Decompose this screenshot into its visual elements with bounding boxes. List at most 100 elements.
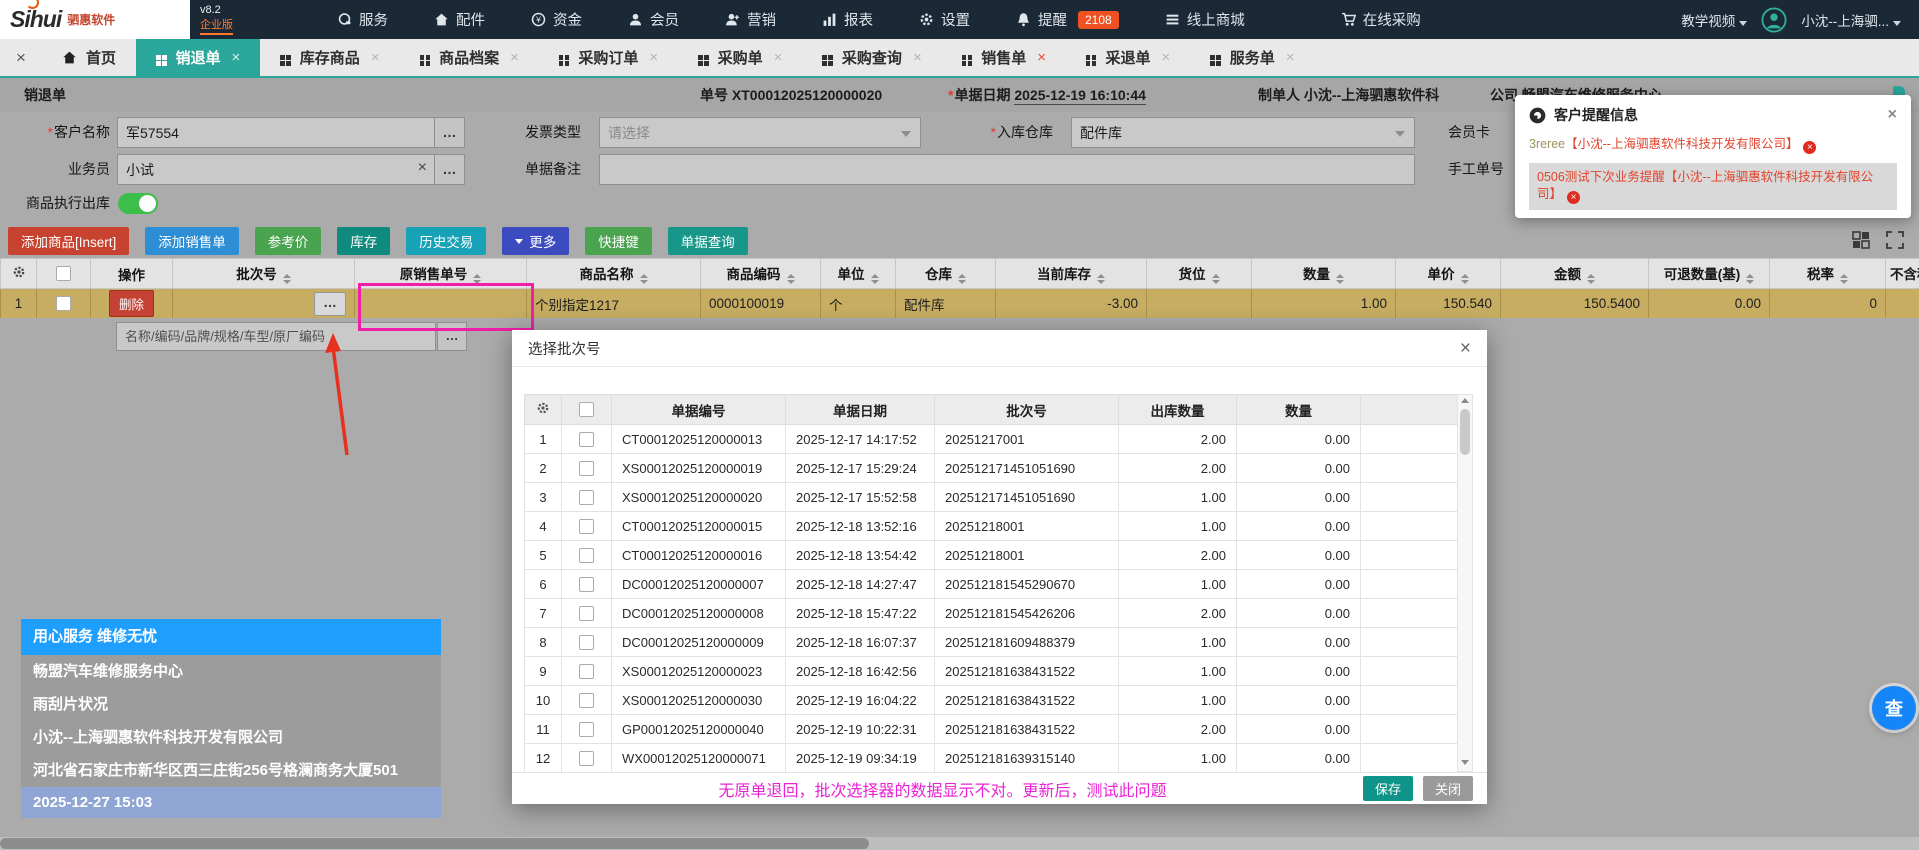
batch-qty-cell[interactable]: 0.00 (1237, 454, 1361, 483)
col-header[interactable]: 批次号 (173, 259, 355, 289)
tab-sales-doc[interactable]: 销售单× (942, 39, 1066, 76)
tab-close-icon[interactable]: × (649, 49, 658, 66)
menu-item-funds[interactable]: ¥资金 (531, 9, 582, 30)
batch-row-checkbox[interactable] (579, 548, 594, 563)
batch-row-checkbox[interactable] (579, 432, 594, 447)
dialog-close-icon[interactable]: × (1460, 339, 1471, 358)
menu-item-parts[interactable]: 配件 (434, 9, 485, 30)
menu-item-settings[interactable]: 设置 (919, 9, 970, 30)
tab-purchase-order[interactable]: 采购订单× (539, 39, 678, 76)
warehouse-select[interactable]: 配件库 (1071, 117, 1415, 148)
batch-row-checkbox[interactable] (579, 664, 594, 679)
select-all-checkbox[interactable] (56, 266, 71, 281)
delete-button[interactable]: 删除 (109, 290, 154, 317)
menu-item-purchase[interactable]: 在线采购 (1341, 9, 1421, 30)
col-doc-no[interactable]: 单据编号 (612, 395, 786, 425)
col-header[interactable]: 数量 (1252, 259, 1396, 289)
scroll-down-icon[interactable] (1461, 760, 1469, 765)
tab-close-icon[interactable]: × (1162, 49, 1171, 66)
menu-item-report[interactable]: 报表 (822, 9, 873, 30)
scroll-up-icon[interactable] (1461, 398, 1469, 403)
outbound-toggle[interactable] (118, 193, 158, 214)
menu-item-mall[interactable]: 线上商城 (1165, 9, 1245, 30)
save-button[interactable]: 保存 (1363, 776, 1413, 801)
select-all-checkbox[interactable] (579, 402, 594, 417)
tab-close-icon[interactable]: × (510, 49, 519, 66)
batch-row-checkbox[interactable] (579, 461, 594, 476)
batch-qty-cell[interactable]: 0.00 (1237, 686, 1361, 715)
col-header[interactable]: 商品编码 (701, 259, 821, 289)
tab-close-icon[interactable]: × (232, 49, 241, 66)
tab-close-icon[interactable]: × (774, 49, 783, 66)
tab-sales-return[interactable]: 销退单× (136, 39, 260, 76)
origin-sales-no-cell[interactable] (355, 289, 527, 319)
remark-input[interactable] (599, 154, 1415, 185)
customer-input[interactable] (117, 117, 435, 148)
column-settings-cell[interactable] (525, 395, 562, 425)
batch-row-checkbox[interactable] (579, 693, 594, 708)
menu-item-marketing[interactable]: 营销 (725, 9, 776, 30)
close-button[interactable]: 关闭 (1423, 776, 1473, 801)
tab-close-icon[interactable]: × (1286, 49, 1295, 66)
customer-picker-button[interactable]: … (435, 117, 465, 148)
reference-price-button[interactable]: 参考价 (255, 227, 322, 255)
batch-qty-cell[interactable]: 0.00 (1237, 744, 1361, 773)
avatar[interactable] (1761, 7, 1787, 33)
price-cell[interactable]: 150.540 (1396, 289, 1501, 319)
col-out-qty[interactable]: 出库数量 (1119, 395, 1237, 425)
col-header[interactable]: 单位 (821, 259, 896, 289)
history-trade-button[interactable]: 历史交易 (406, 227, 486, 255)
tab-purchase-doc[interactable]: 采购单× (678, 39, 802, 76)
batch-picker-button[interactable]: … (314, 292, 346, 316)
layout-grid-icon[interactable] (1851, 230, 1871, 250)
salesman-picker-button[interactable]: … (435, 154, 465, 185)
row-checkbox[interactable] (56, 296, 71, 311)
batch-qty-cell[interactable]: 0.00 (1237, 599, 1361, 628)
add-sales-order-button[interactable]: 添加销售单 (145, 227, 239, 255)
column-settings-cell[interactable] (1, 259, 37, 289)
tab-close-icon[interactable]: × (371, 49, 380, 66)
stock-button[interactable]: 库存 (337, 227, 390, 255)
tab-close-icon[interactable]: × (913, 49, 922, 66)
reminder-delete-icon[interactable]: × (1803, 141, 1816, 154)
doc-query-button[interactable]: 单据查询 (668, 227, 748, 255)
fullscreen-icon[interactable] (1885, 230, 1905, 250)
col-header[interactable]: 货位 (1147, 259, 1252, 289)
add-product-button[interactable]: 添加商品[Insert] (8, 227, 129, 255)
batch-row-checkbox[interactable] (579, 606, 594, 621)
col-doc-date[interactable]: 单据日期 (786, 395, 935, 425)
invoice-type-select[interactable]: 请选择 (599, 117, 921, 148)
hotkeys-button[interactable]: 快捷键 (585, 227, 652, 255)
batch-row-checkbox[interactable] (579, 751, 594, 766)
close-all-tabs-icon[interactable]: × (0, 39, 42, 76)
product-search-picker-button[interactable]: … (437, 322, 467, 351)
tab-product-files[interactable]: 商品档案× (400, 39, 539, 76)
salesman-input[interactable] (117, 154, 435, 185)
tutorial-video-link[interactable]: 教学视频 (1681, 10, 1747, 30)
batch-qty-cell[interactable]: 0.00 (1237, 570, 1361, 599)
col-header[interactable]: 不含税价 (1886, 259, 1919, 289)
batch-row-checkbox[interactable] (579, 722, 594, 737)
col-header[interactable]: 仓库 (896, 259, 996, 289)
col-header[interactable]: 操作 (91, 259, 173, 289)
menu-item-notify[interactable]: 提醒2108 (1016, 9, 1119, 30)
col-header[interactable]: 原销售单号 (355, 259, 527, 289)
dialog-table-scrollbar[interactable] (1457, 394, 1473, 772)
batch-no-cell[interactable]: … (173, 289, 355, 319)
menu-item-service[interactable]: 服务 (337, 9, 388, 30)
col-header[interactable]: 商品名称 (527, 259, 701, 289)
scrollbar-thumb[interactable] (1460, 409, 1470, 455)
product-search-input[interactable] (116, 322, 436, 351)
user-menu[interactable]: 小沈--上海驷... (1801, 10, 1901, 30)
batch-qty-cell[interactable]: 0.00 (1237, 628, 1361, 657)
tab-home[interactable]: 首页 (42, 39, 136, 76)
qty-cell[interactable]: 1.00 (1252, 289, 1396, 319)
col-header[interactable]: 当前库存 (996, 259, 1147, 289)
col-header[interactable]: 可退数量(基) (1649, 259, 1770, 289)
tab-purchase-return[interactable]: 采退单× (1066, 39, 1190, 76)
tab-stock-items[interactable]: 库存商品× (260, 39, 399, 76)
clear-icon[interactable]: × (418, 159, 427, 177)
batch-row-checkbox[interactable] (579, 519, 594, 534)
batch-qty-cell[interactable]: 0.00 (1237, 483, 1361, 512)
batch-qty-cell[interactable]: 0.00 (1237, 512, 1361, 541)
